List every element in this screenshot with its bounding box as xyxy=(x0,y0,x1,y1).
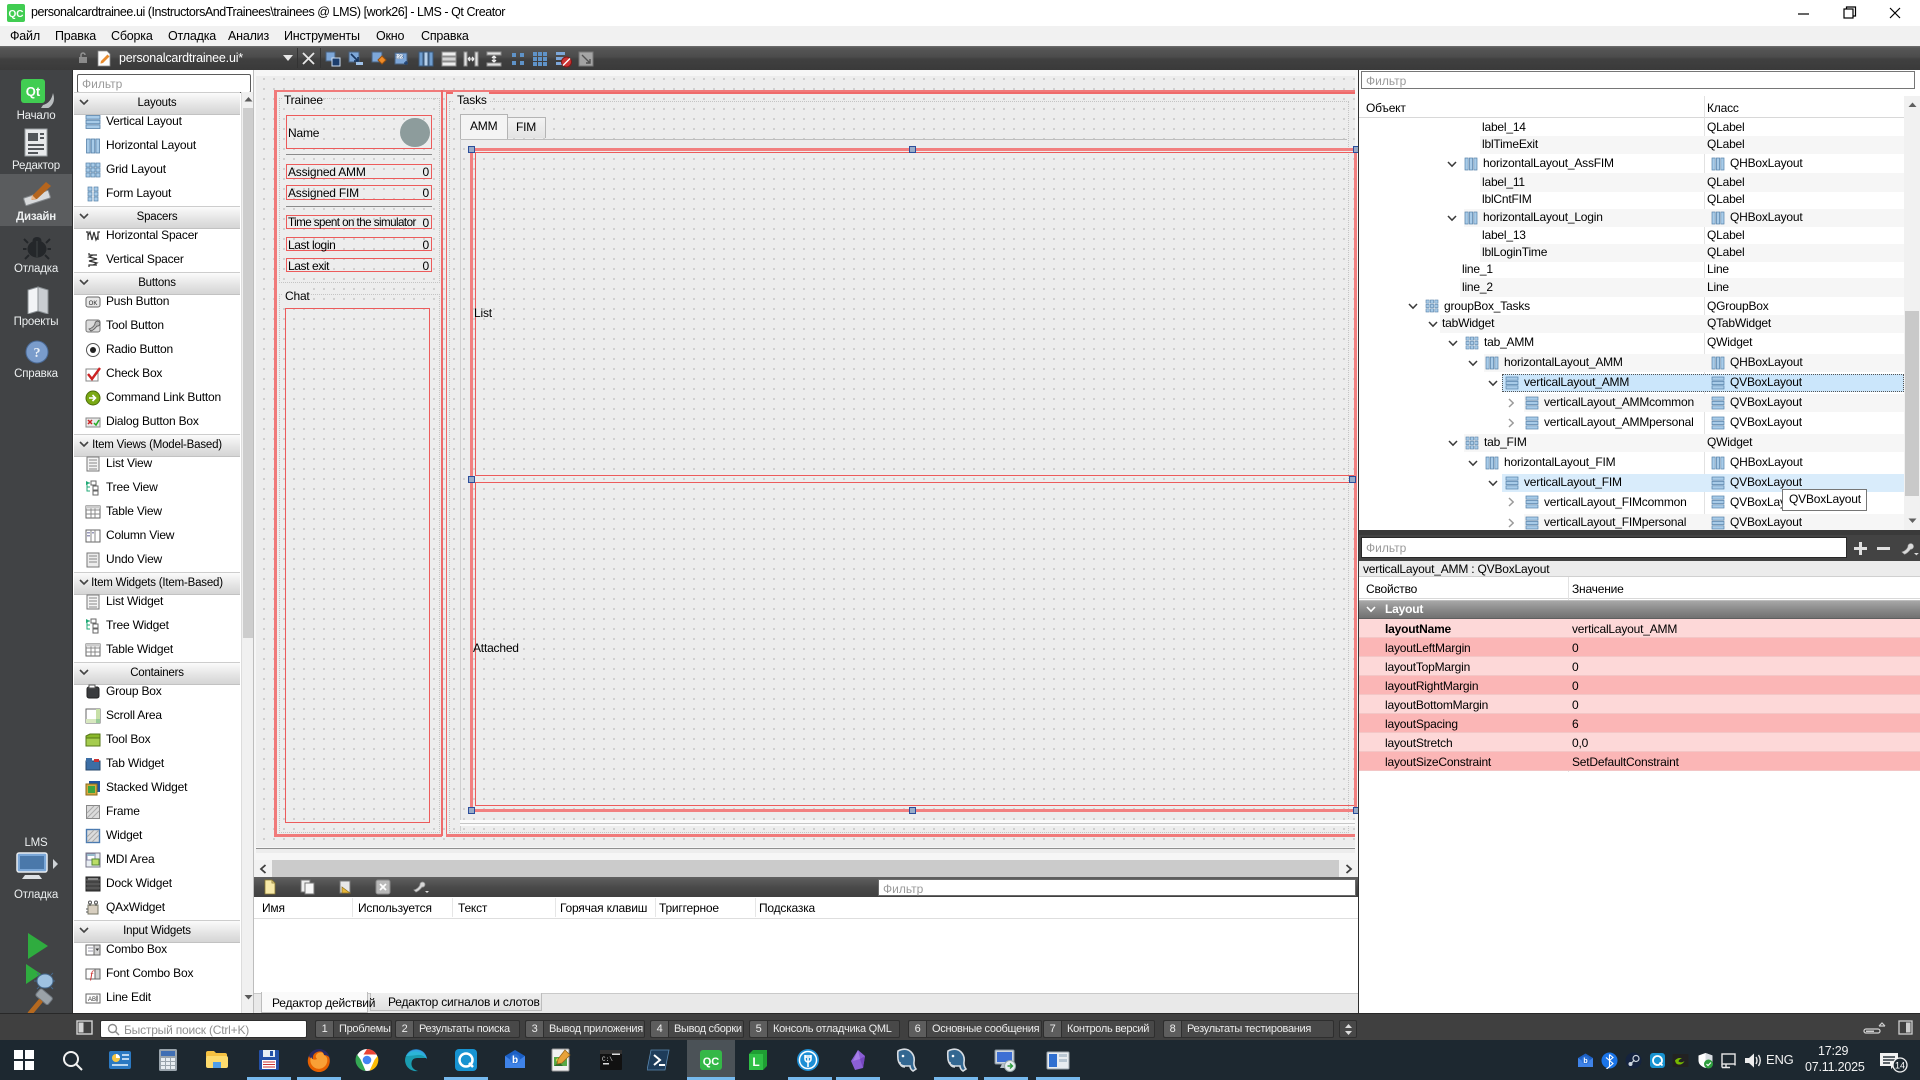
svg-text:b: b xyxy=(1583,1058,1587,1065)
svg-text:?: ? xyxy=(34,346,41,361)
svg-text:123: 123 xyxy=(395,55,404,61)
svg-text:C:\: C:\ xyxy=(602,1056,613,1063)
svg-text:Qt: Qt xyxy=(26,84,41,99)
svg-text:b: b xyxy=(512,1055,518,1066)
svg-text:QC: QC xyxy=(9,9,24,20)
svg-text:14: 14 xyxy=(1895,1061,1905,1071)
svg-text:L: L xyxy=(752,1055,759,1069)
svg-text:QC: QC xyxy=(703,1056,720,1068)
svg-text:AB: AB xyxy=(88,997,96,1003)
svg-text:OK: OK xyxy=(89,301,98,307)
